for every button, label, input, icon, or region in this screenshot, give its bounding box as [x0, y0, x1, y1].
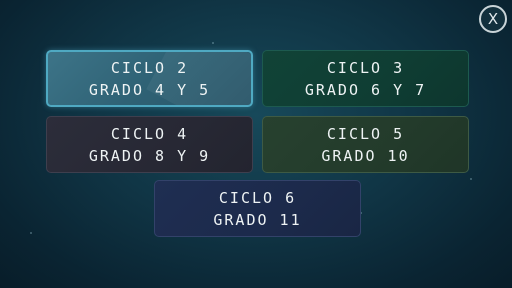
level-card-ciclo-4[interactable]: CICLO 4 GRADO 8 Y 9	[46, 116, 253, 173]
level-card-ciclo-6[interactable]: CICLO 6 GRADO 11	[154, 180, 361, 237]
level-grade-label: GRADO 10	[321, 146, 410, 165]
level-cycle-label: CICLO 2	[110, 58, 189, 77]
level-grade-label: GRADO 4 Y 5	[88, 80, 211, 99]
level-cycle-label: CICLO 5	[326, 124, 405, 143]
level-grade-label: GRADO 6 Y 7	[304, 80, 427, 99]
close-button[interactable]: X	[479, 5, 507, 33]
background-star	[212, 42, 214, 44]
level-grade-label: GRADO 11	[213, 210, 302, 229]
level-grade-label: GRADO 8 Y 9	[88, 146, 211, 165]
level-cycle-label: CICLO 6	[218, 188, 297, 207]
close-icon: X	[487, 9, 499, 28]
level-cycle-label: CICLO 4	[110, 124, 189, 143]
level-cycle-label: CICLO 3	[326, 58, 405, 77]
background-star	[470, 178, 472, 180]
background-star	[30, 232, 32, 234]
level-card-ciclo-2[interactable]: CICLO 2 GRADO 4 Y 5	[46, 50, 253, 107]
level-card-ciclo-3[interactable]: CICLO 3 GRADO 6 Y 7	[262, 50, 469, 107]
level-card-ciclo-5[interactable]: CICLO 5 GRADO 10	[262, 116, 469, 173]
